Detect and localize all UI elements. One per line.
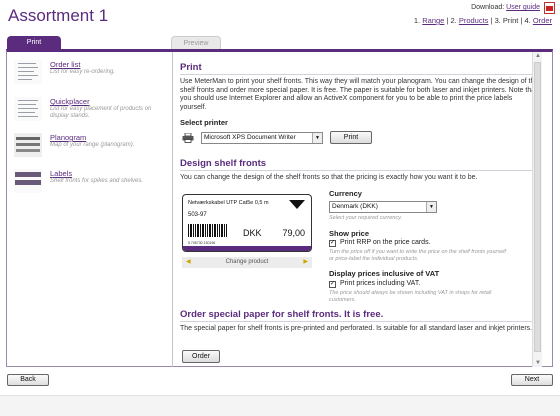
divider bbox=[180, 170, 540, 171]
labels-thumbnail-icon bbox=[14, 169, 42, 193]
vat-checkbox-label: Print prices including VAT. bbox=[340, 280, 421, 287]
print-intro: Use MeterMan to print your shelf fronts.… bbox=[180, 78, 539, 111]
label-color-bar bbox=[183, 246, 311, 251]
step-order-link[interactable]: Order bbox=[533, 16, 552, 25]
printer-select-value: Microsoft XPS Document Writer bbox=[204, 134, 296, 141]
scrollbar-thumb[interactable] bbox=[534, 62, 541, 352]
design-heading: Design shelf fronts bbox=[180, 158, 267, 169]
planogram-thumbnail-icon bbox=[14, 133, 42, 157]
sidebar-item-labels[interactable]: Labels Shelf fronts for spikes and shelv… bbox=[14, 169, 169, 201]
order-button[interactable]: Order bbox=[182, 350, 220, 363]
printer-select[interactable]: Microsoft XPS Document Writer ▼ bbox=[201, 132, 323, 144]
quickplacer-thumbnail-icon bbox=[14, 97, 42, 121]
next-button[interactable]: Next bbox=[511, 374, 553, 386]
chevron-down-icon: ▼ bbox=[312, 133, 322, 143]
barcode-icon bbox=[188, 224, 228, 240]
order-heading: Order special paper for shelf fronts. It… bbox=[180, 309, 384, 320]
back-button[interactable]: Back bbox=[7, 374, 49, 386]
order-list-thumbnail-icon bbox=[14, 60, 42, 84]
shelf-label-preview: Netværkskabel UTP Cat5e 0,5 m 503-97 5 7… bbox=[182, 194, 312, 252]
header: Assortment 1 Download: User guide 1. Ran… bbox=[0, 0, 560, 30]
scrollbar[interactable]: ▲ ▼ bbox=[532, 52, 542, 367]
sidebar-item-desc: Shelf fronts for spikes and shelves. bbox=[50, 178, 144, 184]
scroll-down-icon[interactable]: ▼ bbox=[535, 360, 541, 366]
step-3-num: 3. bbox=[494, 16, 501, 25]
sidebar-item-desc: Map of your range (planogram). bbox=[50, 142, 135, 148]
pdf-icon[interactable] bbox=[544, 2, 555, 14]
triangle-marker-icon bbox=[289, 200, 305, 209]
footer-bar bbox=[0, 395, 560, 416]
currency-hint: Select your required currency. bbox=[329, 215, 402, 221]
currency-label: Currency bbox=[329, 189, 362, 198]
user-guide-link[interactable]: User guide bbox=[506, 4, 540, 11]
label-barcode-number: 5 705730 130196 bbox=[188, 241, 216, 245]
sidebar-item-label[interactable]: Quickplacer bbox=[50, 97, 90, 106]
show-price-label: Show price bbox=[329, 229, 370, 238]
change-product-label: Change product bbox=[225, 259, 269, 265]
currency-select[interactable]: Denmark (DKK) ▼ bbox=[329, 201, 437, 213]
chevron-down-icon: ▼ bbox=[426, 202, 436, 212]
vat-hint: The price should always be shown includi… bbox=[329, 290, 492, 303]
vat-checkbox[interactable]: ✓ bbox=[329, 281, 336, 288]
download-label: Download: bbox=[471, 4, 505, 11]
sidebar-item-quickplacer[interactable]: Quickplacer List for easy placement of p… bbox=[14, 97, 169, 129]
order-text: The special paper for shelf fronts is pr… bbox=[180, 325, 533, 332]
print-heading: Print bbox=[180, 62, 202, 73]
step-range-link[interactable]: Range bbox=[422, 16, 444, 25]
show-price-hint: Turn the price off if you want to write … bbox=[329, 249, 506, 262]
tab-preview[interactable]: Preview bbox=[171, 36, 221, 49]
arrow-left-icon[interactable]: ◀ bbox=[186, 257, 191, 268]
currency-select-value: Denmark (DKK) bbox=[332, 203, 378, 210]
content-area: Print Use MeterMan to print your shelf f… bbox=[174, 52, 542, 367]
change-product-bar[interactable]: ◀ Change product ▶ bbox=[182, 257, 312, 268]
step-print-current: Print bbox=[502, 16, 519, 25]
arrow-right-icon[interactable]: ▶ bbox=[303, 257, 308, 268]
step-2-num: 2. bbox=[450, 16, 457, 25]
label-price: 79,00 bbox=[282, 228, 305, 238]
label-product-name: Netværkskabel UTP Cat5e 0,5 m bbox=[188, 200, 269, 206]
design-intro: You can change the design of the shelf f… bbox=[180, 174, 478, 181]
sidebar-item-desc: List for easy placement of products on d… bbox=[50, 106, 152, 119]
page-title: Assortment 1 bbox=[8, 6, 109, 25]
footer: Back Next bbox=[0, 367, 560, 416]
sidebar-item-label[interactable]: Planogram bbox=[50, 133, 86, 142]
show-price-checkbox[interactable]: ✓ bbox=[329, 240, 336, 247]
step-products-link[interactable]: Products bbox=[459, 16, 489, 25]
vat-label: Display prices inclusive of VAT bbox=[329, 269, 440, 278]
sidebar-item-order-list[interactable]: Order list List for easy re-ordering. bbox=[14, 60, 169, 92]
printer-icon bbox=[182, 133, 194, 143]
step-4-num: 4. bbox=[524, 16, 531, 25]
divider bbox=[180, 74, 540, 75]
breadcrumb: 1. Range | 2. Products | 3. Print | 4. O… bbox=[413, 16, 552, 25]
sidebar: Order list List for easy re-ordering. Qu… bbox=[7, 52, 173, 367]
select-printer-label: Select printer bbox=[180, 118, 228, 127]
print-button[interactable]: Print bbox=[330, 131, 372, 144]
sidebar-item-planogram[interactable]: Planogram Map of your range (planogram). bbox=[14, 133, 169, 165]
label-currency: DKK bbox=[243, 228, 262, 238]
sidebar-item-desc: List for easy re-ordering. bbox=[50, 69, 116, 75]
scroll-up-icon[interactable]: ▲ bbox=[535, 53, 541, 59]
show-price-checkbox-label: Print RRP on the price cards. bbox=[340, 239, 431, 246]
divider bbox=[180, 321, 540, 322]
main-panel: Order list List for easy re-ordering. Qu… bbox=[6, 49, 553, 367]
sidebar-item-label[interactable]: Labels bbox=[50, 169, 72, 178]
download-area: Download: User guide bbox=[471, 4, 540, 11]
sidebar-item-label[interactable]: Order list bbox=[50, 60, 80, 69]
tab-print[interactable]: Print bbox=[7, 36, 61, 49]
step-1-num: 1. bbox=[413, 16, 421, 25]
label-product-code: 503-97 bbox=[188, 212, 207, 218]
